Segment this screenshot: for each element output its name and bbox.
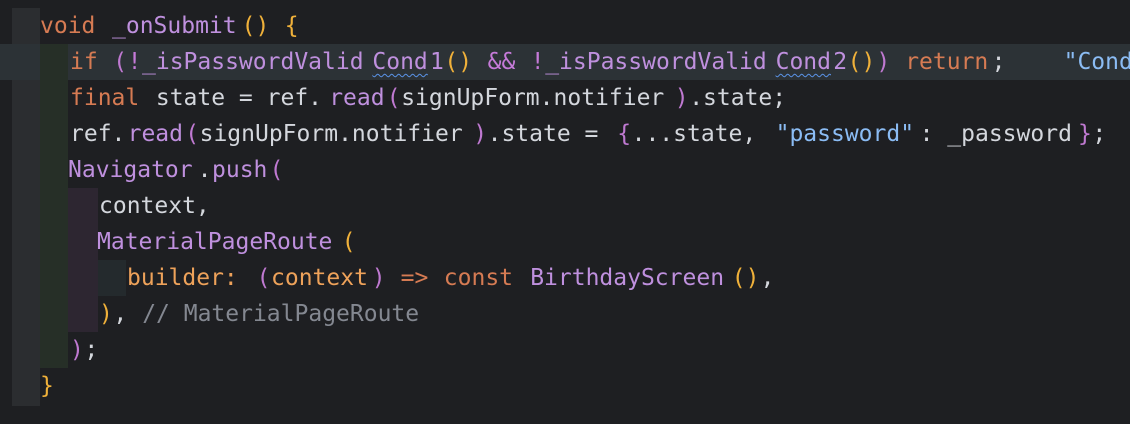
indent-guide [40, 332, 68, 368]
code-token: => [400, 265, 429, 291]
code-token: , [760, 265, 775, 291]
code-token: , [113, 301, 142, 327]
code-token: _isPasswordValid [142, 49, 364, 75]
code-token: 2 [833, 49, 848, 75]
code-token: if [70, 49, 98, 75]
code-token: () [847, 49, 876, 75]
code-token: ( [341, 229, 356, 255]
code-token: MaterialPageRoute [97, 229, 333, 255]
code-token: : _password [919, 121, 1072, 147]
code-token: . [197, 157, 212, 183]
indent-guide [40, 188, 68, 224]
code-token: () [731, 265, 760, 291]
code-token: BirthdayScreen [530, 265, 725, 291]
code-line[interactable]: final state = ref. read(signUpForm.notifi… [0, 80, 1130, 116]
code-token: { [284, 13, 299, 39]
code-token: ) [473, 121, 488, 147]
code-token: .state = [487, 121, 613, 147]
indent-guide [98, 260, 126, 296]
code-token: ( [256, 265, 271, 291]
code-token: const [443, 265, 514, 291]
code-line[interactable]: ); [0, 332, 1130, 368]
indent-guide [40, 296, 68, 332]
code-token: void [40, 13, 96, 39]
code-token: // MaterialPageRoute [142, 301, 420, 327]
code-token: ; [991, 49, 1006, 75]
code-token: signUpForm.notifier [401, 85, 665, 111]
code-token: final [70, 85, 140, 111]
code-token: () [444, 49, 473, 75]
code-token: } [1078, 121, 1092, 147]
code-token: ; [1092, 121, 1107, 147]
code-line[interactable]: ), // MaterialPageRoute [0, 296, 1130, 332]
indent-guide [40, 152, 68, 188]
code-token: ( [185, 121, 200, 147]
code-token: && [487, 49, 516, 75]
code-token: ) [876, 49, 891, 75]
code-token: ( [269, 157, 284, 183]
code-token: context [271, 265, 368, 291]
code-line[interactable]: if (! _isPasswordValid Cond 1() && ! _isPass… [0, 44, 1130, 80]
code-token: signUpForm.notifier [199, 121, 463, 147]
indent-guide [68, 188, 98, 224]
indent-guide [68, 224, 98, 260]
indent-guide [40, 224, 68, 260]
code-token: read [127, 121, 183, 147]
code-token: "Cond [1063, 49, 1130, 75]
code-token: "password" [775, 121, 915, 147]
code-token: ( [113, 49, 128, 75]
code-token: _onSubmit [112, 13, 237, 39]
indent-guide [40, 44, 68, 80]
code-token: read [329, 85, 385, 111]
code-token: ) [99, 301, 113, 327]
code-area[interactable]: void _onSubmit() {if (! _isPasswordValid C… [0, 8, 1130, 404]
indent-guide [40, 80, 68, 116]
code-line[interactable]: builder: (context) => const BirthdayScre… [0, 260, 1130, 296]
code-token: ) [70, 337, 84, 363]
code-line[interactable]: Navigator. push( [0, 152, 1130, 188]
code-token: ref. [70, 121, 126, 147]
code-token: () [241, 13, 270, 39]
indent-guide [68, 260, 98, 296]
code-token: Cond [372, 49, 428, 75]
code-token: push [212, 157, 268, 183]
code-editor[interactable]: void _onSubmit() {if (! _isPasswordValid C… [0, 0, 1130, 424]
code-token: _isPasswordValid [545, 49, 767, 75]
code-token: ) [371, 265, 386, 291]
code-token: ) [674, 85, 689, 111]
code-token: state = ref. [142, 85, 323, 111]
code-token: ...state, [631, 121, 771, 147]
code-token: return [905, 49, 989, 75]
indent-guide [68, 296, 98, 332]
code-token: { [617, 121, 632, 147]
code-token: .state; [689, 85, 787, 111]
code-line[interactable]: ref. read(signUpForm.notifier) .state = {.… [0, 116, 1130, 152]
code-line[interactable]: } [0, 368, 1130, 404]
code-token: } [40, 373, 54, 399]
code-line[interactable]: void _onSubmit() { [0, 8, 1130, 44]
code-token: Navigator [68, 157, 193, 183]
code-token: builder: [127, 265, 252, 291]
code-token: ! [127, 49, 142, 75]
code-token: ; [84, 337, 99, 363]
code-token: ! [530, 49, 545, 75]
indent-guide [40, 260, 68, 296]
code-token: ( [386, 85, 401, 111]
code-line[interactable]: MaterialPageRoute ( [0, 224, 1130, 260]
code-token: Cond [775, 49, 831, 75]
indent-guide [40, 116, 68, 152]
code-token: context, [99, 193, 210, 219]
code-token: 1 [430, 49, 444, 75]
code-line[interactable]: context, [0, 188, 1130, 224]
